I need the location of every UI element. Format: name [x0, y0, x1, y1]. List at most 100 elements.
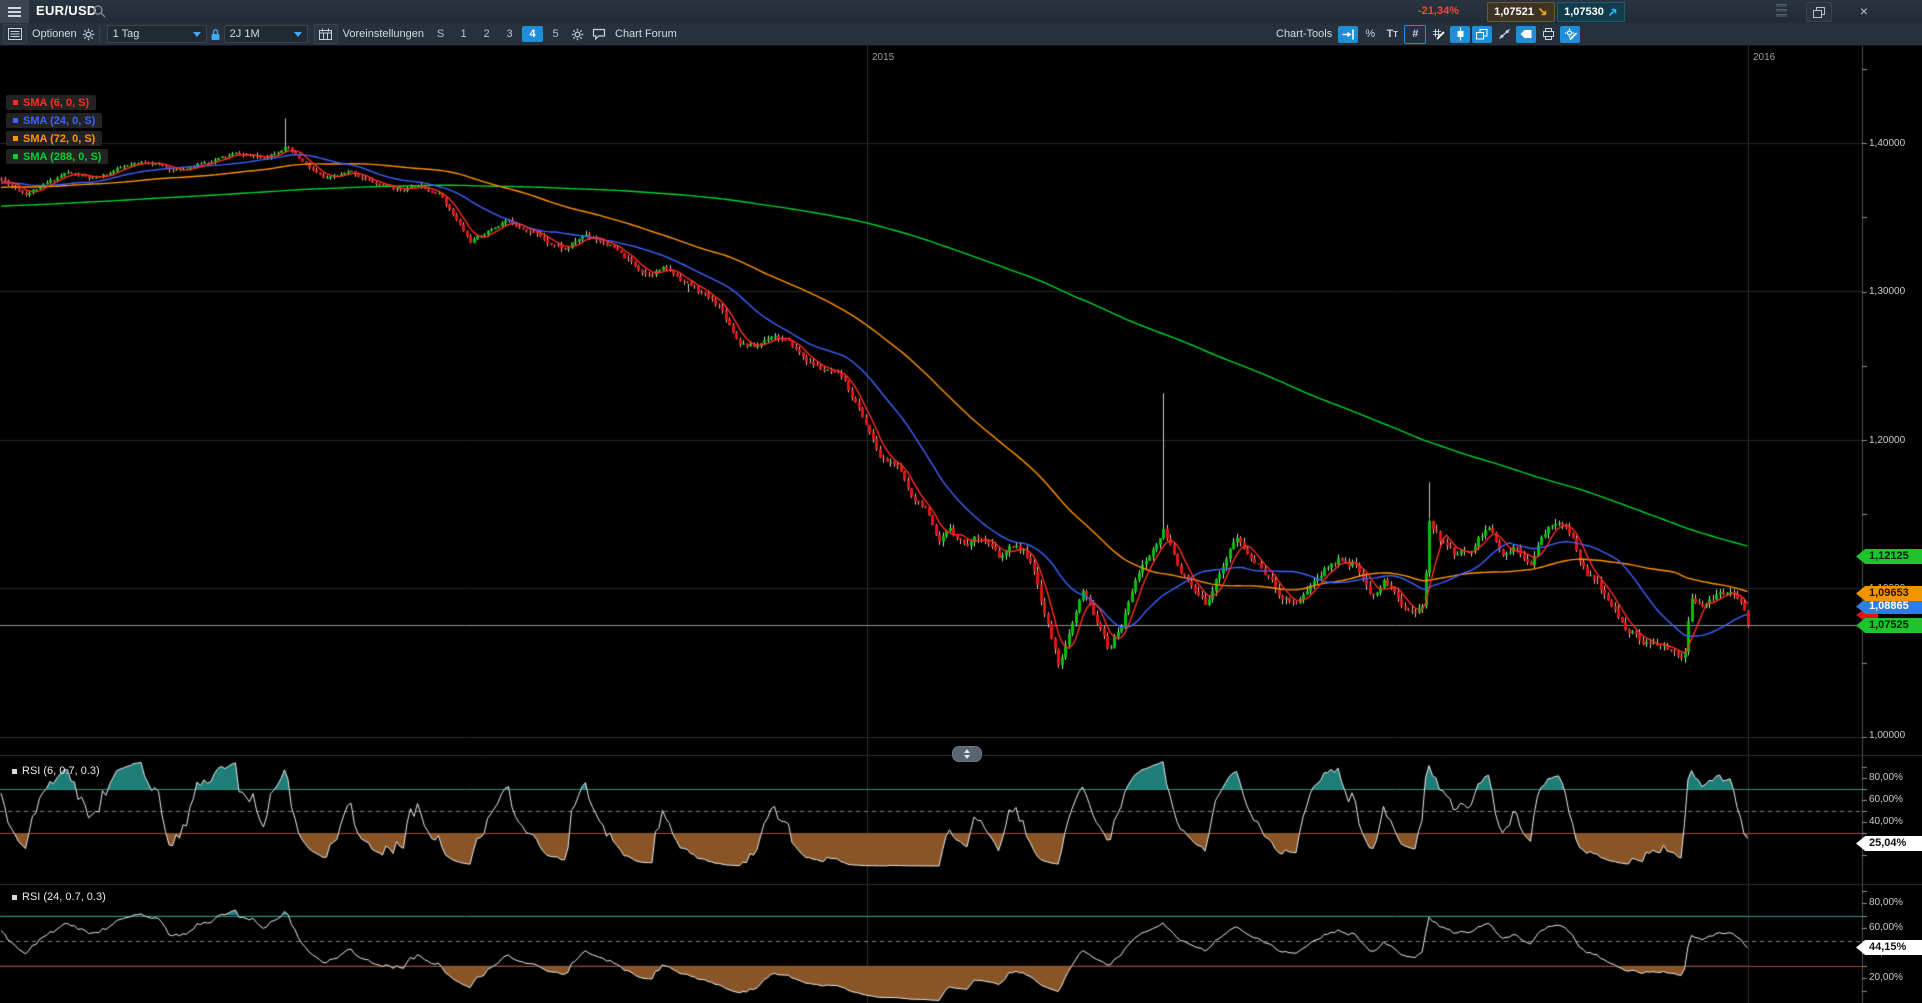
rsi2-axis-label: 60,00% [1869, 922, 1903, 933]
panel-splitter-handle[interactable] [952, 746, 982, 762]
chart-toolbar: Optionen 1 Tag 2J 1M [0, 23, 1922, 46]
list-icon [8, 28, 22, 40]
last-price-tag: 1,07525 [1856, 618, 1922, 633]
rsi1-axis-label: 80,00% [1869, 772, 1903, 783]
ask-price: 1,07530 [1564, 6, 1604, 18]
text-tool-icon: T [1386, 28, 1393, 40]
bid-down-arrow-icon [1538, 7, 1548, 17]
layout-button-1[interactable]: 1 [453, 26, 474, 42]
restore-window-button[interactable] [1806, 2, 1832, 22]
grid-pencil-icon [1432, 28, 1445, 40]
legend-sma-288-label: SMA (288, 0, S) [23, 151, 101, 163]
toolbar-separator [99, 26, 100, 42]
hamburger-menu-icon[interactable] [0, 0, 29, 23]
legend-sma-24[interactable]: SMA (24, 0, S) [6, 113, 102, 128]
options-button[interactable]: Optionen [27, 28, 82, 40]
price-axis-label: 1,20000 [1869, 435, 1905, 446]
sma-288-bullet-icon [13, 154, 18, 159]
ask-price-button[interactable]: 1,07530 [1557, 2, 1625, 22]
rsi-6-bullet-icon [12, 769, 17, 774]
lock-icon[interactable] [210, 28, 221, 41]
draw-grid-tool-button[interactable] [1428, 26, 1448, 43]
chevron-down-icon [193, 32, 201, 37]
legend-sma-6-label: SMA (6, 0, S) [23, 97, 89, 109]
year-label-2016: 2016 [1753, 52, 1775, 63]
layout-button-s[interactable]: S [430, 26, 451, 42]
calendar-icon [319, 28, 332, 40]
range-select[interactable]: 2J 1M [224, 25, 308, 43]
candlestick-icon [1456, 27, 1465, 41]
sma-72-bullet-icon [13, 136, 18, 141]
title-bar: EUR/USD -21,34% 1,07521 1,07530 × [0, 0, 1922, 24]
rsi-24-label-text: RSI (24, 0.7, 0.3) [22, 891, 106, 903]
rsi-6-label[interactable]: RSI (6, 0.7, 0.3) [12, 765, 100, 777]
chart-settings-button[interactable] [1560, 26, 1580, 43]
price-axis-label: 1,40000 [1869, 138, 1905, 149]
sma-72-price-tag: 1,09653 [1856, 586, 1922, 601]
rsi-24-bullet-icon [12, 895, 17, 900]
sma-24-bullet-icon [13, 118, 18, 123]
chart-forum-button[interactable]: Chart Forum [610, 28, 682, 40]
ask-up-arrow-icon [1608, 7, 1618, 17]
rsi2-axis-label: 20,00% [1869, 972, 1903, 983]
splitter-down-arrow-icon [964, 755, 970, 759]
layout-button-2[interactable]: 2 [476, 26, 497, 42]
search-icon[interactable] [92, 4, 106, 18]
splitter-up-arrow-icon [964, 749, 970, 753]
price-axis-label: 1,30000 [1869, 286, 1905, 297]
trendline-icon [1498, 28, 1511, 40]
year-label-2015: 2015 [872, 52, 894, 63]
legend-sma-6[interactable]: SMA (6, 0, S) [6, 95, 96, 110]
calendar-button[interactable] [314, 24, 338, 44]
layout-button-5[interactable]: 5 [545, 26, 566, 42]
change-percent: -21,34% [1418, 5, 1459, 17]
chart-window: EUR/USD -21,34% 1,07521 1,07530 × [0, 0, 1922, 1003]
multi-window-button[interactable] [1472, 26, 1492, 43]
interval-value: 1 Tag [113, 28, 187, 40]
layout-button-3[interactable]: 3 [499, 26, 520, 42]
candle-style-button[interactable] [1450, 26, 1470, 43]
text-tool-button[interactable]: TT [1382, 26, 1402, 43]
legend-sma-288[interactable]: SMA (288, 0, S) [6, 149, 108, 164]
legend-sma-72-label: SMA (72, 0, S) [23, 133, 95, 145]
layout-button-4-active[interactable]: 4 [522, 26, 543, 42]
layout-gear-icon[interactable] [571, 28, 584, 41]
rsi-24-label[interactable]: RSI (24, 0.7, 0.3) [12, 891, 106, 903]
gear-pencil-icon [1564, 28, 1577, 40]
rsi-6-label-text: RSI (6, 0.7, 0.3) [22, 765, 100, 777]
price-chart-canvas[interactable] [0, 0, 1922, 1003]
price-axis-label: 1,00000 [1869, 730, 1905, 741]
text-tool-icon-small: T [1393, 30, 1398, 39]
windows-icon [1476, 29, 1488, 40]
sma-24-price-tag: 1,08865 [1856, 599, 1922, 614]
grid-tool-button[interactable]: # [1404, 25, 1426, 44]
print-button[interactable] [1538, 26, 1558, 43]
sma-288-price-tag: 1,12125 [1856, 549, 1922, 564]
instrument-title: EUR/USD [36, 3, 97, 18]
bid-price: 1,07521 [1494, 6, 1534, 18]
bid-price-button[interactable]: 1,07521 [1487, 2, 1555, 22]
window-drag-grip[interactable] [1776, 4, 1787, 17]
options-gear-icon[interactable] [82, 28, 95, 41]
printer-icon [1542, 28, 1555, 40]
arrow-into-bar-icon [1342, 29, 1354, 40]
restore-icon [1813, 7, 1825, 18]
chat-bubble-icon[interactable] [592, 28, 606, 40]
rsi1-axis-label: 40,00% [1869, 816, 1903, 827]
legend-sma-72[interactable]: SMA (72, 0, S) [6, 131, 102, 146]
price-label-button[interactable] [1516, 26, 1536, 43]
price-tag-icon [1520, 29, 1532, 39]
rsi-6-value-tag: 25,04% [1856, 836, 1922, 851]
rsi1-axis-label: 60,00% [1869, 794, 1903, 805]
chart-list-button[interactable] [3, 24, 27, 44]
presets-button[interactable]: Voreinstellungen [338, 28, 429, 40]
trend-tool-button[interactable] [1494, 26, 1514, 43]
close-icon[interactable]: × [1852, 2, 1876, 20]
chart-tools-group: Chart-Tools % TT # [1271, 23, 1581, 45]
percent-tool-button[interactable]: % [1360, 26, 1380, 43]
range-value: 2J 1M [230, 28, 288, 40]
interval-select[interactable]: 1 Tag [107, 25, 207, 43]
pointer-tool-button[interactable] [1338, 26, 1358, 43]
rsi-24-value-tag: 44,15% [1856, 940, 1922, 955]
chart-tools-label: Chart-Tools [1271, 28, 1337, 40]
